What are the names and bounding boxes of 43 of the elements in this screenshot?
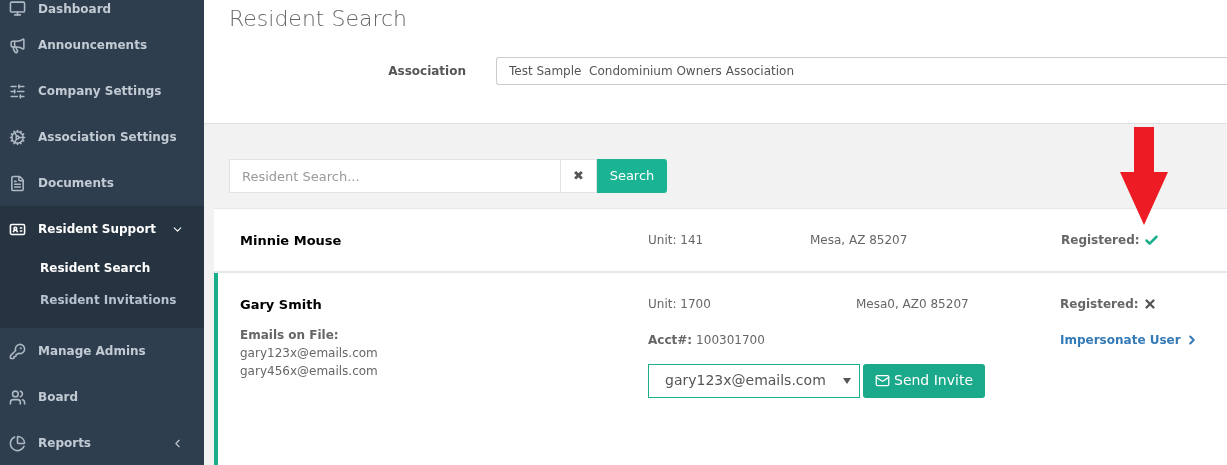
emails-label: Emails on File: <box>240 327 340 344</box>
megaphone-icon <box>9 36 26 54</box>
mail-icon <box>875 373 890 388</box>
dropdown-caret-icon <box>843 377 851 384</box>
sidebar-item[interactable]: Manage Admins <box>0 328 204 374</box>
sliders-icon <box>9 82 26 100</box>
acct-number: 100301700 <box>696 331 765 349</box>
city-text: Mesa0, AZ0 85207 <box>856 295 970 313</box>
sidebar-item[interactable]: Resident Support <box>0 206 204 252</box>
resident-row[interactable]: Minnie Mouse Unit: 141 Mesa, AZ 85207 Registered: <box>214 209 1227 273</box>
document-icon <box>9 174 26 192</box>
unit-text: Unit: 141 <box>648 232 705 249</box>
city-text: Mesa, AZ 85207 <box>810 232 909 249</box>
sidebar-item[interactable]: Association Settings <box>0 114 204 160</box>
sidebar-subitem[interactable]: Resident Invitations <box>0 284 204 316</box>
resident-name: Gary Smith <box>240 295 323 314</box>
gears-icon <box>9 128 26 146</box>
unit-text: Unit: 1700 <box>648 295 712 313</box>
registered-label: Registered: <box>1061 232 1140 249</box>
page-title: Resident Search <box>229 5 409 33</box>
registered-label: Registered: <box>1060 295 1139 313</box>
email-text: gary456x@emails.com <box>240 363 379 380</box>
sidebar-item[interactable]: Board <box>0 374 204 420</box>
key-icon <box>9 342 26 360</box>
resident-row[interactable]: Gary Smith Emails on File: gary123x@emails.com gary456x@emails.com Unit: 1700 Mesa0, AZ0 85207 Registered: Acct#: 100301700 Impersonate User gary123x@emails.com Send Invite <box>214 272 1227 465</box>
monitor-icon <box>9 0 26 17</box>
association-label: Association <box>387 63 467 80</box>
people-icon <box>9 388 26 406</box>
sidebar-item[interactable]: Documents <box>0 160 204 206</box>
impersonate-link[interactable]: Impersonate User <box>1060 330 1199 349</box>
clear-button[interactable]: ✖ <box>561 159 597 193</box>
email-select[interactable]: gary123x@emails.com <box>648 363 860 398</box>
association-select[interactable]: Test Sample Condominium Owners Association <box>496 57 1227 85</box>
sidebar-item[interactable]: Reports <box>0 420 204 465</box>
sidebar-item[interactable]: Announcements <box>0 22 204 68</box>
acct-label: Acct#: <box>648 331 693 349</box>
search-field[interactable]: Resident Search... <box>229 159 561 193</box>
sidebar-item[interactable]: Dashboard <box>0 0 204 22</box>
email-text: gary123x@emails.com <box>240 345 379 362</box>
pie-chart-icon <box>9 434 26 452</box>
resident-name: Minnie Mouse <box>240 232 343 250</box>
sidebar-item[interactable]: Company Settings <box>0 68 204 114</box>
sidebar-subitem[interactable]: Resident Search <box>0 252 204 284</box>
